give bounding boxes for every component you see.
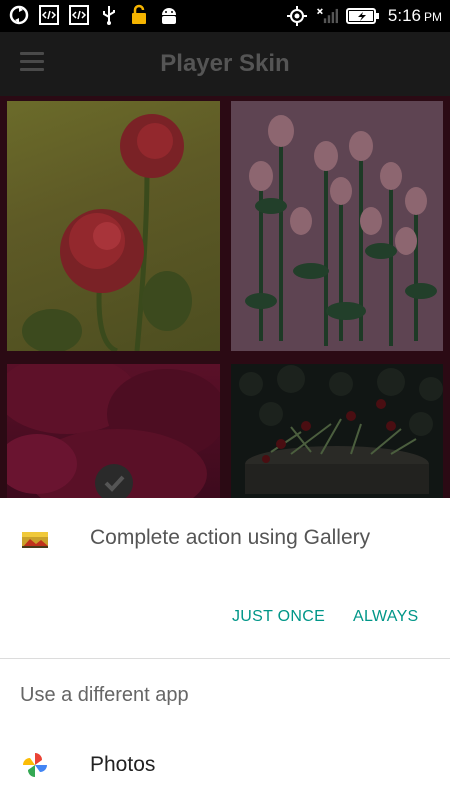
code-icon <box>38 4 60 26</box>
app-option-label: Photos <box>90 753 156 776</box>
divider <box>0 658 450 659</box>
android-icon <box>158 4 180 26</box>
pink-roses-image[interactable] <box>231 101 443 351</box>
page-title: Player Skin <box>160 50 290 77</box>
app-option-photos[interactable]: Photos <box>0 738 450 794</box>
gps-icon <box>286 5 308 27</box>
flower-pot-image[interactable] <box>231 364 443 498</box>
gallery-icon <box>22 532 48 548</box>
checkmark-icon <box>95 464 133 498</box>
lock-icon <box>128 4 150 26</box>
default-app-row: Complete action using Gallery <box>0 498 450 582</box>
red-petals-image[interactable] <box>7 364 220 498</box>
just-once-button[interactable]: JUST ONCE <box>232 608 325 626</box>
clock: 5:16 PM <box>388 6 442 26</box>
clock-ampm: PM <box>424 10 442 24</box>
clock-time: 5:16 <box>387 6 421 25</box>
skin-grid <box>0 96 450 498</box>
battery-charging-icon <box>345 5 380 27</box>
app-bar: Player Skin <box>0 32 450 96</box>
chooser-title: Complete action using Gallery <box>90 526 371 549</box>
red-rose-image[interactable] <box>7 101 220 351</box>
app-chooser-sheet: Complete action using Gallery JUST ONCE … <box>0 498 450 800</box>
use-different-app-label: Use a different app <box>20 684 189 706</box>
usb-icon <box>98 4 120 26</box>
always-button[interactable]: ALWAYS <box>353 608 419 626</box>
status-system: 5:16 PM <box>286 4 442 28</box>
sync-icon <box>8 4 30 26</box>
photos-pinwheel-icon <box>22 752 48 778</box>
status-bar: 5:16 PM <box>0 0 450 32</box>
code-icon <box>68 4 90 26</box>
no-signal-icon <box>316 5 338 27</box>
status-notifications <box>8 4 180 26</box>
